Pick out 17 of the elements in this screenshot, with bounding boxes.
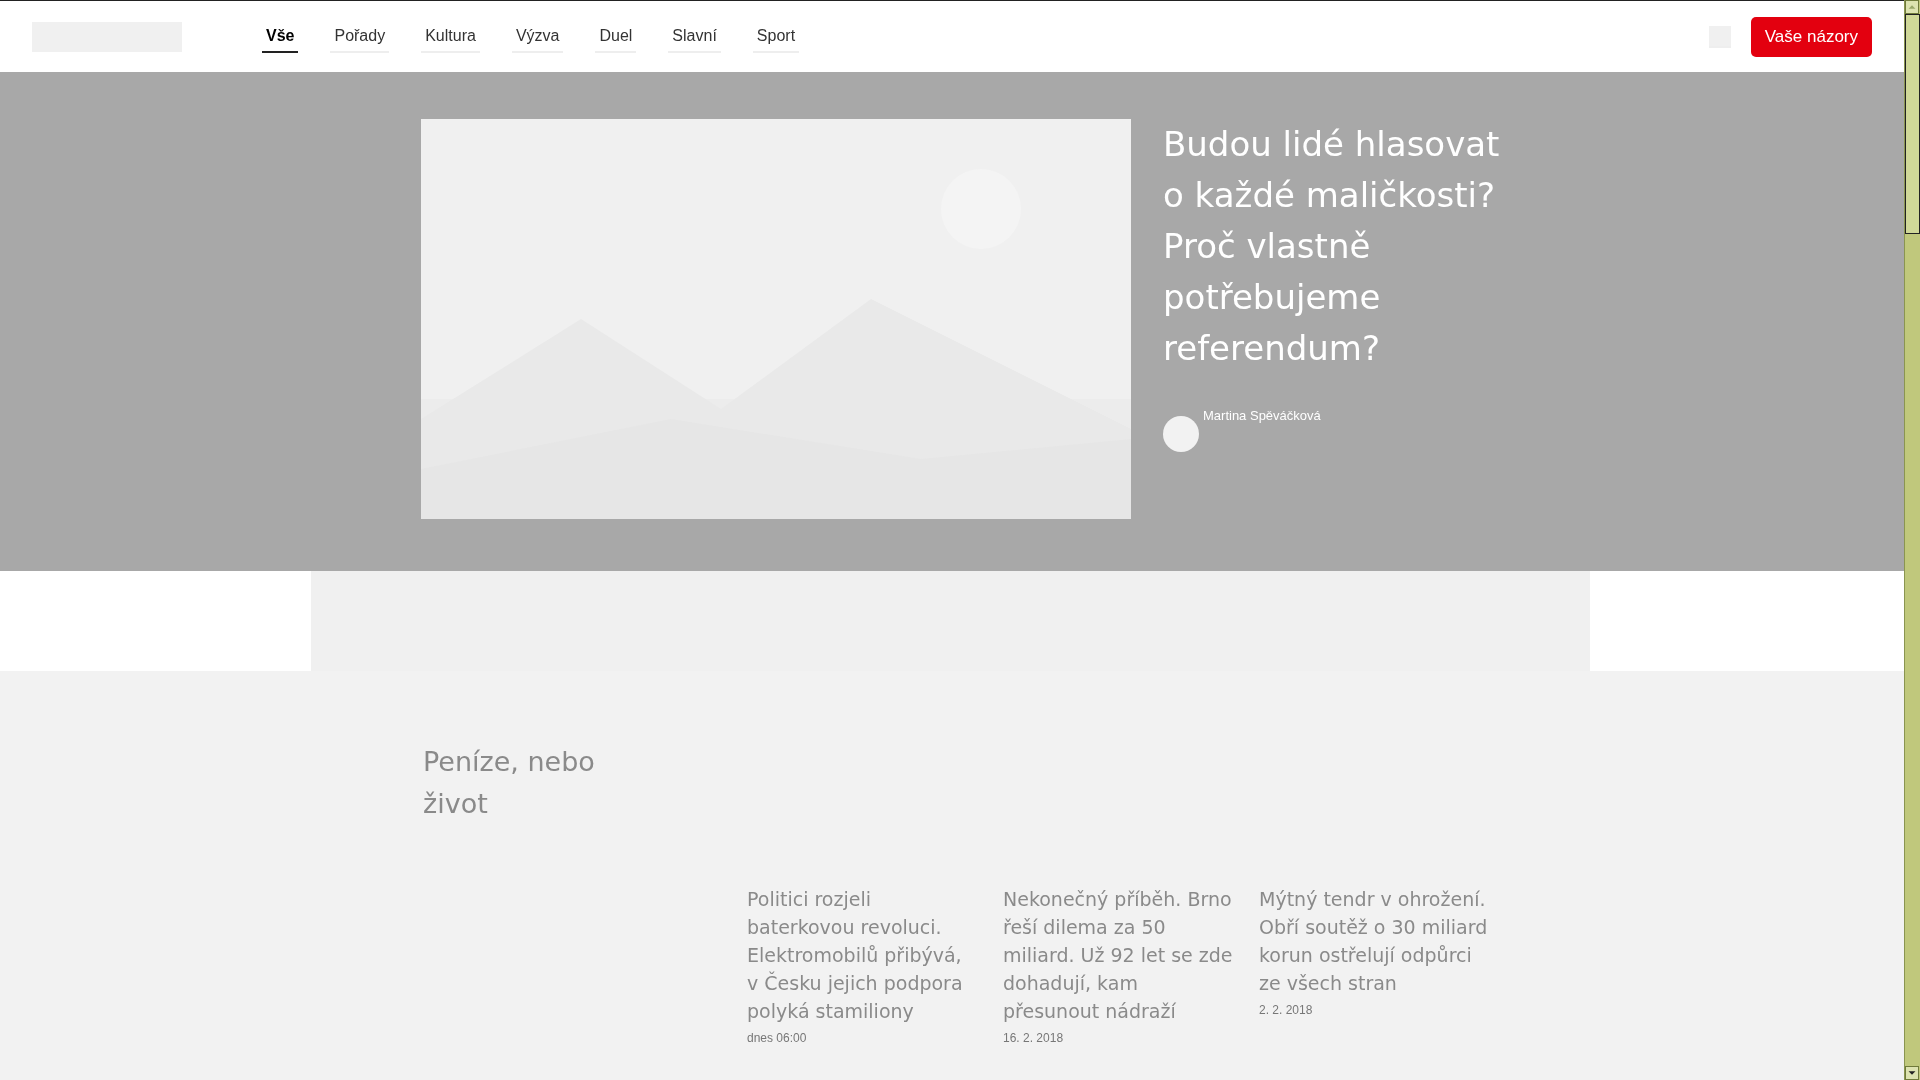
nav-tab[interactable]: Duel xyxy=(595,20,637,53)
article-date: 16. 2. 2018 xyxy=(1003,1031,1065,1045)
avatar xyxy=(1163,416,1199,452)
scroll-down-icon[interactable] xyxy=(1905,1066,1919,1080)
scroll-up-icon[interactable] xyxy=(1905,0,1919,14)
scrollbar-thumb[interactable] xyxy=(1905,14,1920,234)
nav-tab[interactable]: Pořady xyxy=(330,20,390,53)
article-date: dnes 06:00 xyxy=(747,1031,808,1045)
scrollbar[interactable] xyxy=(1904,0,1920,1080)
article-date: 2. 2. 2018 xyxy=(1259,1003,1314,1017)
section-title: Peníze, nebo život xyxy=(423,745,596,821)
nav-tab[interactable]: Slavní xyxy=(668,20,721,53)
nav-tab[interactable]: Sport xyxy=(752,20,800,53)
nav-tab[interactable]: Výzva xyxy=(511,20,564,53)
nav-tab[interactable]: Kultura xyxy=(421,20,480,53)
feedback-button[interactable]: Vaše názory xyxy=(1750,16,1872,57)
nav-tab[interactable]: Vše xyxy=(262,20,299,53)
